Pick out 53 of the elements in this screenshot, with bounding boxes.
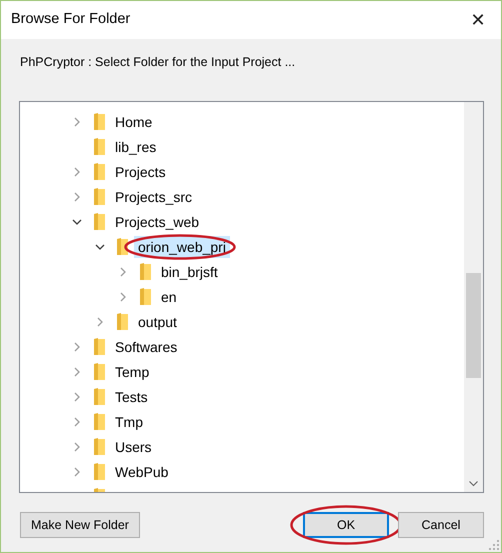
folder-icon — [94, 138, 105, 155]
close-button[interactable]: ✕ — [455, 1, 501, 39]
expand-chevron-icon[interactable] — [118, 292, 128, 302]
scrollbar[interactable] — [464, 102, 483, 492]
expand-chevron-icon[interactable] — [72, 416, 82, 426]
expand-chevron-icon[interactable] — [72, 442, 82, 452]
dialog-button[interactable]: Make New Folder — [20, 512, 140, 538]
expand-chevron-icon[interactable] — [72, 342, 82, 352]
scrollbar-thumb[interactable] — [466, 273, 481, 378]
expand-chevron-icon[interactable] — [118, 266, 128, 276]
expand-chevron-icon[interactable] — [72, 366, 82, 376]
folder-icon — [117, 238, 128, 255]
instruction-text: PhPCryptor : Select Folder for the Input Project ... — [20, 54, 296, 71]
expand-chevron-icon[interactable] — [95, 316, 105, 326]
folder-item[interactable]: lib_res — [111, 136, 160, 158]
folder-icon — [140, 288, 151, 305]
expand-chevron-icon[interactable] — [72, 466, 82, 476]
folder-icon — [94, 438, 105, 455]
expand-chevron-icon[interactable] — [72, 392, 82, 402]
folder-item[interactable]: Tmp — [111, 410, 147, 432]
folder-item[interactable]: Tests — [111, 386, 152, 408]
folder-item[interactable]: Temp — [111, 360, 154, 382]
expand-chevron-icon[interactable] — [72, 166, 82, 176]
folder-icon — [94, 338, 105, 355]
folder-icon — [94, 413, 105, 430]
folder-item[interactable]: en — [157, 286, 181, 308]
collapse-chevron-icon[interactable] — [95, 242, 105, 252]
expand-chevron-icon[interactable] — [72, 116, 82, 126]
folder-icon — [94, 188, 105, 205]
collapse-chevron-icon[interactable] — [72, 216, 82, 226]
expand-chevron-icon[interactable] — [72, 192, 82, 202]
folder-icon — [94, 463, 105, 480]
dialog-button[interactable]: Cancel — [398, 512, 484, 538]
folder-item[interactable]: Projects_src — [111, 186, 196, 208]
folder-icon — [94, 388, 105, 405]
folder-icon — [94, 363, 105, 380]
folder-item[interactable]: bin_brjsft — [157, 260, 222, 282]
resize-grip-icon[interactable] — [489, 540, 499, 550]
folder-icon — [94, 213, 105, 230]
folder-icon — [117, 313, 128, 330]
folder-item[interactable]: Softwares — [111, 336, 182, 358]
folder-icon — [140, 263, 151, 280]
window-title: Browse For Folder — [11, 10, 130, 30]
folder-item[interactable]: output — [134, 310, 181, 332]
folder-item[interactable]: Projects — [111, 160, 170, 182]
dialog-button[interactable]: OK — [303, 512, 389, 538]
folder-icon — [94, 163, 105, 180]
folder-icon — [94, 113, 105, 130]
scroll-down-icon[interactable] — [469, 480, 478, 486]
folder-item[interactable]: WebPub — [111, 460, 172, 482]
folder-item[interactable]: Projects_web — [111, 210, 204, 232]
folder-item[interactable]: Home — [111, 110, 156, 132]
folder-item[interactable]: Users — [111, 436, 156, 458]
